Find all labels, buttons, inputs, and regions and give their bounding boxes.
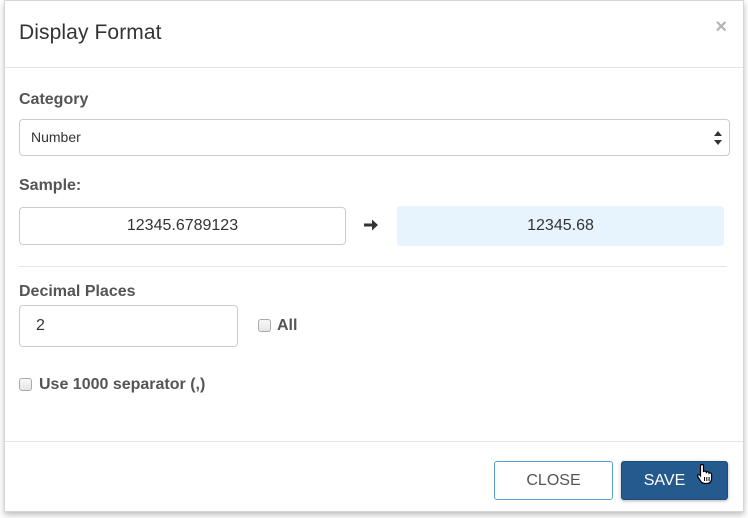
footer-divider (5, 441, 743, 442)
decimal-places-label: Decimal Places (19, 283, 136, 300)
sample-label: Sample: (19, 177, 82, 194)
close-x-icon[interactable]: × (715, 15, 727, 39)
all-checkbox[interactable] (258, 319, 271, 332)
decimal-places-input[interactable]: 2 (19, 305, 238, 347)
sample-input[interactable]: 12345.6789123 (19, 207, 346, 245)
sample-output: 12345.68 (397, 206, 724, 246)
category-label: Category (19, 91, 89, 108)
dialog-header: Display Format × (5, 1, 743, 68)
all-checkbox-label[interactable]: All (277, 317, 297, 335)
dialog-title: Display Format (19, 21, 162, 44)
category-select[interactable]: Number (19, 119, 730, 156)
section-divider (19, 266, 727, 267)
separator-checkbox[interactable] (19, 378, 32, 391)
close-button[interactable]: CLOSE (494, 461, 613, 500)
display-format-dialog: Display Format × Category Number Sample:… (4, 0, 744, 512)
category-selected-value: Number (31, 129, 81, 145)
arrow-right-icon (364, 219, 378, 231)
separator-checkbox-label[interactable]: Use 1000 separator (,) (39, 376, 205, 394)
save-button[interactable]: SAVE (621, 461, 728, 500)
select-arrows-icon (714, 131, 722, 145)
